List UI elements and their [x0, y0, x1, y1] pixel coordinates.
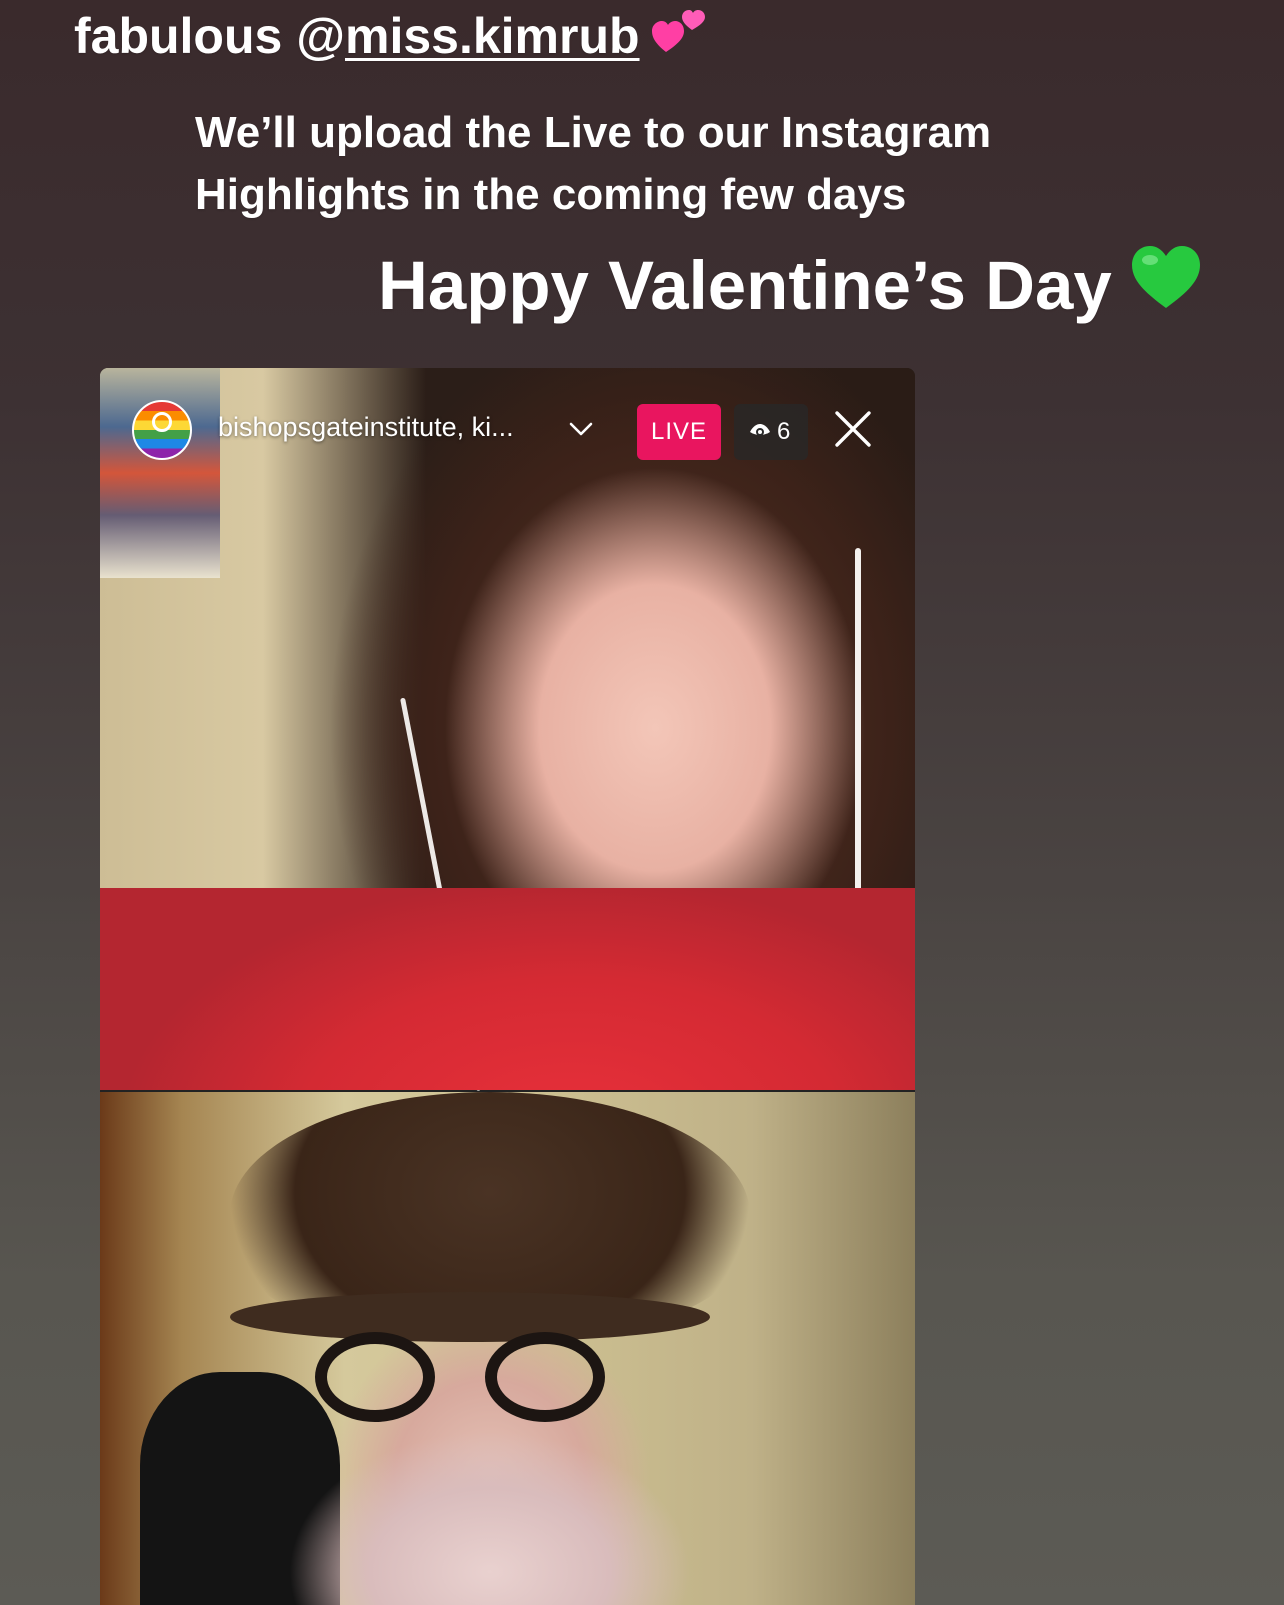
blonde-hair: [290, 1422, 690, 1605]
institute-logo-icon: [152, 412, 172, 432]
live-header-bar: bishopsgateinstitute, ki... LIVE 6: [100, 400, 915, 462]
story-caption-line-2: We’ll upload the Live to our Instagram H…: [195, 108, 992, 219]
close-icon[interactable]: [832, 408, 874, 450]
live-badge: LIVE: [637, 404, 721, 460]
viewer-count: 6: [777, 418, 791, 445]
valentine-greeting: Happy Valentine’s Day: [378, 247, 1112, 324]
user-mention-link[interactable]: miss.kimrub: [345, 8, 640, 64]
video-feed-host: [100, 1092, 915, 1605]
caption-prefix: fabulous @: [74, 8, 345, 64]
chevron-down-icon[interactable]: [568, 416, 594, 442]
host-avatar[interactable]: [132, 400, 192, 460]
eye-icon: [750, 424, 770, 436]
story-caption-line-1: fabulous @miss.kimrub: [74, 6, 708, 71]
live-video-screenshot: bishopsgateinstitute, ki... LIVE 6: [100, 368, 915, 1605]
video-feed-guest: [100, 368, 915, 1092]
two-hearts-icon: [651, 8, 708, 71]
round-glasses: [315, 1332, 615, 1422]
green-heart-icon: [1130, 244, 1202, 329]
viewer-count-badge[interactable]: 6: [734, 404, 808, 460]
red-sweater: [100, 888, 915, 1090]
host-username[interactable]: bishopsgateinstitute, ki...: [218, 412, 514, 443]
story-caption-line-3: Happy Valentine’s Day: [378, 244, 1202, 329]
